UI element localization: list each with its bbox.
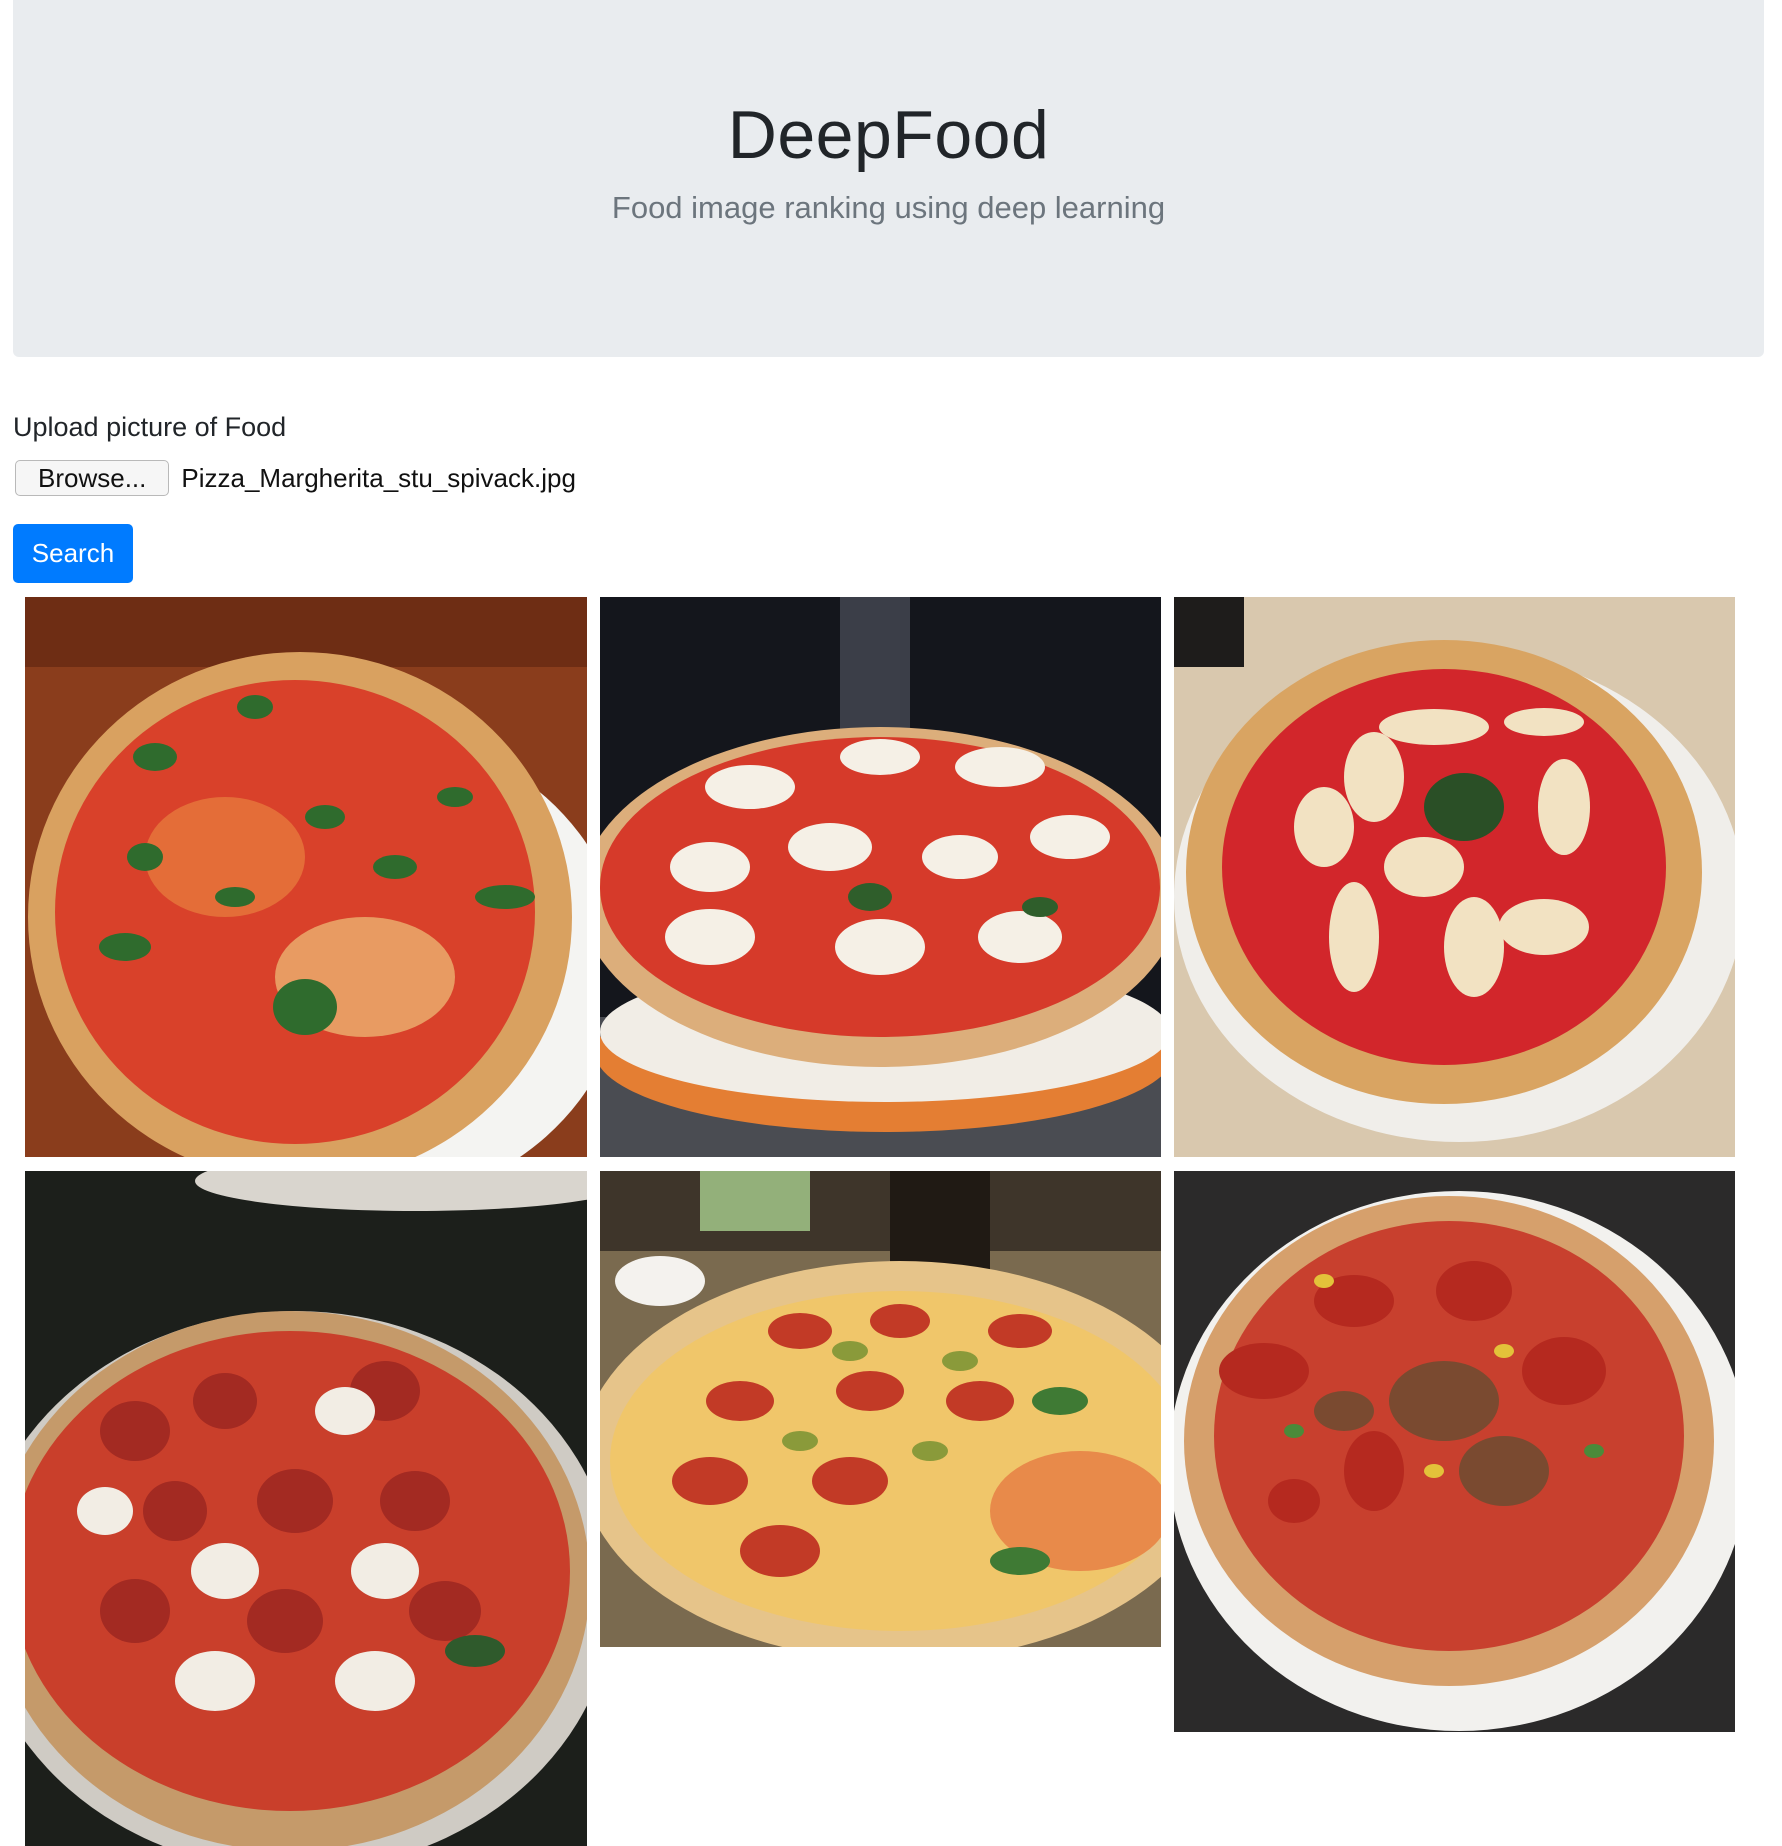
selected-file-name: Pizza_Margherita_stu_spivack.jpg (181, 462, 576, 493)
file-input[interactable]: Browse... Pizza_Margherita_stu_spivack.j… (15, 460, 576, 496)
search-button[interactable]: Search (13, 524, 133, 583)
result-image-2 (600, 597, 1161, 1157)
upload-label: Upload picture of Food (13, 412, 287, 442)
header-jumbotron: DeepFood Food image ranking using deep l… (13, 0, 1764, 357)
page-title: DeepFood (727, 97, 1050, 173)
result-image-5 (600, 1171, 1161, 1647)
result-image-3 (1174, 597, 1735, 1157)
page-subtitle: Food image ranking using deep learning (611, 190, 1166, 225)
browse-button[interactable]: Browse... (15, 460, 170, 496)
result-image-6 (1174, 1171, 1735, 1732)
result-image-1 (25, 597, 587, 1157)
result-image-4 (25, 1171, 587, 1846)
